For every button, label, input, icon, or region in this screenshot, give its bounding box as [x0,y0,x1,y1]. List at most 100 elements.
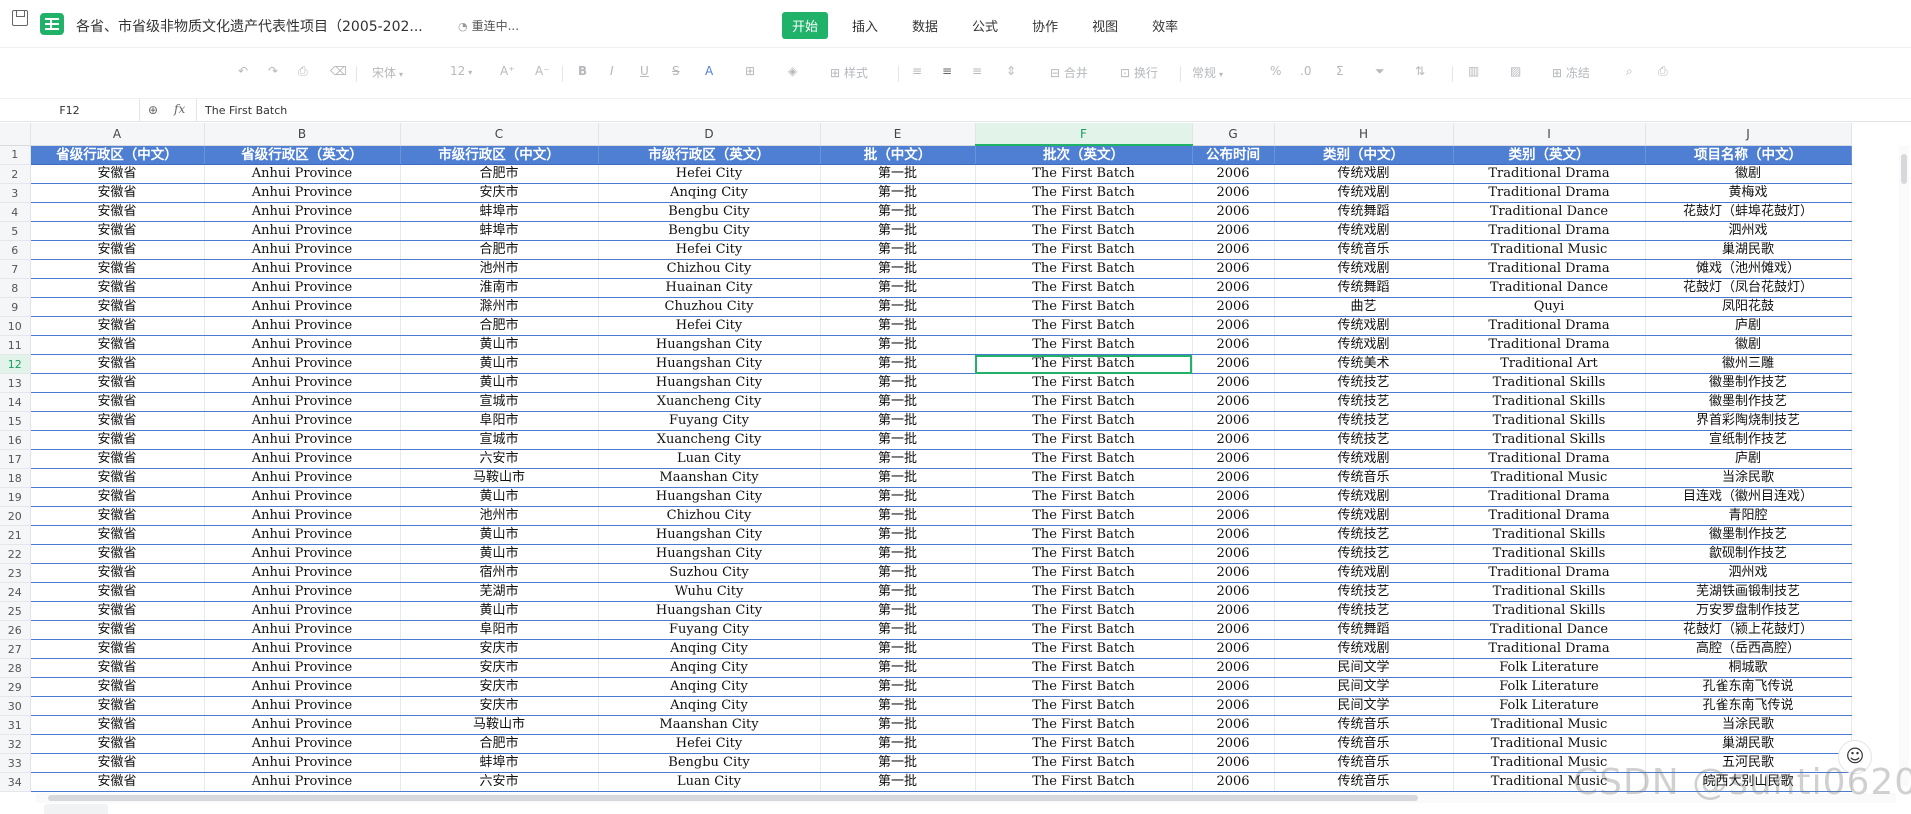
scrollbar-thumb[interactable] [1901,154,1907,184]
cell[interactable]: 徽剧 [1645,164,1852,184]
cell[interactable]: Anhui Province [204,544,401,564]
italic-icon[interactable]: I [610,64,614,78]
decrease-font-icon[interactable]: A⁻ [535,64,550,78]
eraser-icon[interactable]: ⌫ [330,64,347,78]
row-header[interactable]: 20 [0,506,31,526]
cell[interactable]: 池州市 [400,259,599,279]
cell[interactable]: 第一批 [820,772,976,792]
cell[interactable]: Hefei City [598,164,821,184]
cell[interactable]: Anhui Province [204,278,401,298]
cell[interactable]: 2006 [1192,525,1275,545]
cell[interactable]: 第一批 [820,506,976,526]
cell[interactable]: 2006 [1192,373,1275,393]
cell[interactable]: Fuyang City [598,620,821,640]
cell[interactable]: 界首彩陶烧制技艺 [1645,411,1852,431]
cell[interactable]: 黄山市 [400,487,599,507]
cell[interactable]: 合肥市 [400,316,599,336]
row-header[interactable]: 19 [0,487,31,507]
cell[interactable]: 第一批 [820,734,976,754]
row-header[interactable]: 6 [0,240,31,260]
header-cell[interactable]: 市级行政区（英文） [598,145,821,165]
cell[interactable]: 孔雀东南飞传说 [1645,696,1852,716]
cell[interactable]: 滁州市 [400,297,599,317]
cell[interactable]: Quyi [1453,297,1646,317]
cell[interactable]: The First Batch [975,563,1193,583]
cell[interactable]: Traditional Art [1453,354,1646,374]
cell[interactable]: Bengbu City [598,221,821,241]
column-header-a[interactable]: A [30,123,205,146]
row-header[interactable]: 16 [0,430,31,450]
decimal-icon[interactable]: .0 [1300,64,1311,78]
cell[interactable]: 安徽省 [30,449,205,469]
cell[interactable]: 民间文学 [1274,677,1454,697]
cell[interactable]: The First Batch [975,620,1193,640]
row-header[interactable]: 25 [0,601,31,621]
cell[interactable]: Traditional Skills [1453,544,1646,564]
cell[interactable]: 庐剧 [1645,449,1852,469]
cell[interactable]: 第一批 [820,601,976,621]
cell[interactable]: 2006 [1192,639,1275,659]
cell[interactable]: 第一批 [820,468,976,488]
cell[interactable]: 安徽省 [30,221,205,241]
cell[interactable]: 桐城歌 [1645,658,1852,678]
row-header[interactable]: 12 [0,354,31,374]
cell[interactable]: The First Batch [975,354,1193,374]
cell[interactable]: 传统技艺 [1274,544,1454,564]
cell[interactable]: The First Batch [975,487,1193,507]
cell[interactable]: Anhui Province [204,354,401,374]
cell[interactable]: Anhui Province [204,696,401,716]
cell[interactable]: 安徽省 [30,544,205,564]
cell[interactable]: 黄梅戏 [1645,183,1852,203]
cell[interactable]: 2006 [1192,772,1275,792]
row-header[interactable]: 5 [0,221,31,241]
row-header[interactable]: 8 [0,278,31,298]
cell[interactable]: 凤阳花鼓 [1645,297,1852,317]
cell[interactable]: 黄山市 [400,525,599,545]
row-header[interactable]: 26 [0,620,31,640]
merge-button[interactable]: ⊟ 合并 [1050,64,1088,81]
cell[interactable]: 安庆市 [400,658,599,678]
cell[interactable]: Anhui Province [204,677,401,697]
cell[interactable]: Bengbu City [598,753,821,773]
cell[interactable]: 传统戏剧 [1274,563,1454,583]
cell[interactable]: Anhui Province [204,525,401,545]
cell[interactable]: Anhui Province [204,658,401,678]
cell[interactable]: 安徽省 [30,278,205,298]
cell[interactable]: 宣城市 [400,392,599,412]
cell[interactable]: Traditional Drama [1453,316,1646,336]
menu-item-3[interactable]: 公式 [962,12,1008,39]
cell[interactable]: 传统戏剧 [1274,335,1454,355]
cell[interactable]: 传统舞蹈 [1274,620,1454,640]
undo-icon[interactable]: ↶ [238,64,248,78]
header-cell[interactable]: 市级行政区（中文） [400,145,599,165]
cell[interactable]: 安徽省 [30,354,205,374]
cell[interactable]: 传统音乐 [1274,753,1454,773]
cell[interactable]: 第一批 [820,297,976,317]
cell[interactable]: 2006 [1192,354,1275,374]
cell[interactable]: 第一批 [820,202,976,222]
sheet-tab[interactable] [44,804,108,814]
cell[interactable]: 第一批 [820,183,976,203]
cell[interactable]: 第一批 [820,563,976,583]
cell[interactable]: 安徽省 [30,601,205,621]
cell[interactable]: The First Batch [975,468,1193,488]
cell[interactable]: 安徽省 [30,772,205,792]
cell[interactable]: The First Batch [975,734,1193,754]
percent-icon[interactable]: % [1270,64,1281,78]
vertical-scrollbar[interactable] [1899,146,1909,786]
cell[interactable]: 传统技艺 [1274,525,1454,545]
cell[interactable]: Anhui Province [204,715,401,735]
header-cell[interactable]: 项目名称（中文） [1645,145,1852,165]
row-header[interactable]: 31 [0,715,31,735]
fill-color-icon[interactable]: ◈ [788,64,797,78]
cell[interactable]: The First Batch [975,658,1193,678]
cell[interactable]: 第一批 [820,354,976,374]
row-header[interactable]: 10 [0,316,31,336]
cell[interactable]: 安徽省 [30,183,205,203]
cell[interactable]: 安徽省 [30,639,205,659]
cell[interactable]: Fuyang City [598,411,821,431]
cell[interactable]: 安徽省 [30,392,205,412]
row-header[interactable]: 29 [0,677,31,697]
cell[interactable]: 2006 [1192,392,1275,412]
column-header-e[interactable]: E [820,123,976,146]
